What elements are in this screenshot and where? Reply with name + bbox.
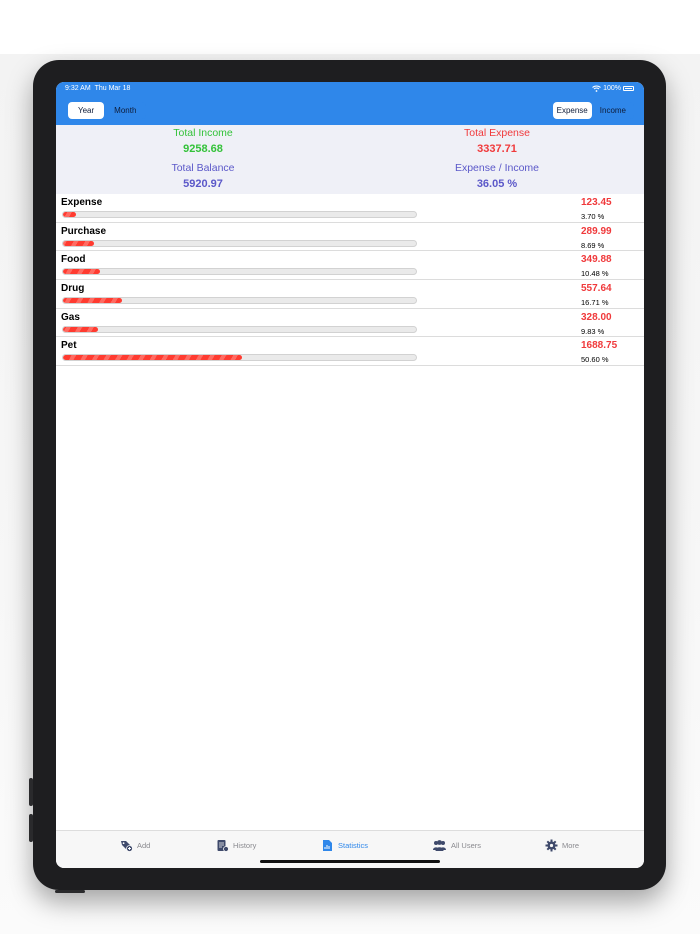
category-row-pet[interactable]: Pet 1688.75 50.60 % [56,337,644,367]
category-row-food[interactable]: Food 349.88 10.48 % [56,251,644,281]
statistics-icon [323,840,332,851]
category-percent: 50.60 % [581,355,609,365]
category-progress-fill [63,240,94,246]
segment-expense[interactable]: Expense [552,102,592,119]
ratio-value: 36.05 % [476,178,518,190]
tab-all-users[interactable]: All Users [432,839,481,852]
status-time: 9:32 AM Thu Mar 18 [65,85,130,92]
total-balance-block: Total Balance 5920.97 [56,162,350,190]
segment-year[interactable]: Year [68,102,105,119]
total-balance-value: 5920.97 [183,178,223,190]
category-name: Pet [61,340,77,352]
category-progress-track [62,239,417,247]
tab-add-label: Add [137,841,151,850]
tab-statistics-label: Statistics [338,841,369,850]
type-segmented-control: Expense Income [552,102,634,119]
category-amount: 1688.75 [581,340,618,352]
total-expense-label: Total Expense [464,127,530,139]
category-row-drug[interactable]: Drug 557.64 16.71 % [56,280,644,309]
bottom-edge-button [55,890,85,893]
category-percent: 3.70 % [581,212,605,221]
tab-history[interactable]: History [216,839,256,852]
status-bar: 9:32 AM Thu Mar 18 100% [56,82,644,96]
tab-history-label: History [233,841,257,850]
total-balance-label: Total Balance [171,162,235,174]
add-tag-icon [121,841,133,852]
status-right: 100% [592,85,634,92]
category-amount: 123.45 [581,197,612,208]
ratio-label: Expense / Income [454,162,540,174]
category-progress-track [62,354,417,362]
category-row-expense[interactable]: Expense 123.45 3.70 % [56,194,644,223]
category-name: Food [61,254,86,266]
category-percent: 16.71 % [581,298,609,308]
total-income-label: Total Income [173,127,233,139]
home-indicator [260,860,440,863]
category-name: Purchase [61,225,107,237]
category-amount: 328.00 [581,311,612,323]
category-progress-fill [63,355,242,361]
total-income-block: Total Income 9258.68 [56,127,350,155]
category-name: Gas [61,311,80,323]
category-name: Expense [61,197,103,208]
tab-statistics[interactable]: Statistics [321,839,368,852]
category-progress-track [62,297,417,305]
summary-panel: Total Income 9258.68 Total Expense 3337.… [56,125,644,194]
app-screen: 9:32 AM Thu Mar 18 100% Year Month Expen… [56,82,644,868]
status-time-text: 9:32 AM [65,85,91,92]
category-progress-fill [63,212,77,217]
navigation-bar: Year Month Expense Income [56,96,644,125]
category-progress-fill [63,269,100,275]
category-percent: 10.48 % [581,269,609,279]
category-list: Expense 123.45 3.70 % Purchase 289.99 8.… [56,194,644,367]
total-expense-block: Total Expense 3337.71 [350,127,644,155]
category-name: Drug [61,283,85,295]
category-progress-track [62,325,417,333]
history-icon [217,840,229,852]
total-income-value: 9258.68 [183,143,223,155]
category-row-purchase[interactable]: Purchase 289.99 8.69 % [56,223,644,252]
category-percent: 9.83 % [581,326,605,336]
category-amount: 557.64 [581,283,612,295]
category-amount: 289.99 [581,225,612,237]
category-progress-track [62,268,417,276]
expense-income-ratio-block: Expense / Income 36.05 % [350,162,644,190]
segment-month[interactable]: Month [104,102,146,119]
volume-down-button [29,814,33,842]
volume-up-button [29,778,33,806]
gear-icon [545,839,558,852]
segment-income[interactable]: Income [592,102,634,119]
tab-all-users-label: All Users [451,841,482,850]
category-amount: 349.88 [581,254,612,266]
users-icon [433,840,446,851]
category-percent: 8.69 % [581,240,605,250]
category-row-gas[interactable]: Gas 328.00 9.83 % [56,309,644,338]
total-expense-value: 3337.71 [477,143,517,155]
battery-icon [623,86,634,91]
tab-more[interactable]: More [545,839,579,852]
battery-percent: 100% [603,85,621,92]
period-segmented-control: Year Month [68,102,147,119]
category-progress-fill [63,326,98,332]
category-progress-track [62,211,417,218]
wifi-icon [592,85,601,92]
status-date-text: Thu Mar 18 [94,85,131,92]
tab-add[interactable]: Add [120,839,150,852]
category-progress-fill [63,298,122,304]
tab-more-label: More [562,841,580,850]
